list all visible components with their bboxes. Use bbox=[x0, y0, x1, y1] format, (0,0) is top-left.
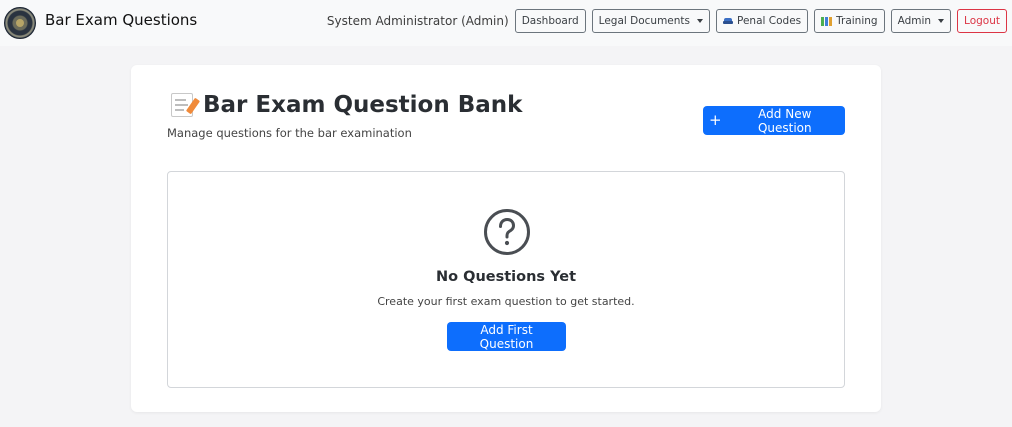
logout-button[interactable]: Logout bbox=[957, 9, 1007, 33]
dashboard-label: Dashboard bbox=[521, 15, 579, 27]
add-new-question-button[interactable]: + Add New Question bbox=[703, 106, 845, 135]
add-new-question-label: Add New Question bbox=[757, 106, 812, 135]
caret-down-icon bbox=[938, 19, 945, 23]
page-title-text: Bar Exam Question Bank bbox=[203, 92, 523, 118]
legal-documents-dropdown[interactable]: Legal Documents bbox=[591, 9, 711, 33]
memo-icon bbox=[171, 93, 201, 117]
caret-down-icon bbox=[697, 19, 704, 23]
top-navbar: Bar Exam Questions System Administrator … bbox=[0, 0, 1012, 46]
penal-codes-button[interactable]: Penal Codes bbox=[716, 9, 809, 33]
nav-menu: System Administrator (Admin) Dashboard L… bbox=[327, 9, 1007, 33]
page-subtitle: Manage questions for the bar examination bbox=[167, 126, 412, 140]
page-title: Bar Exam Question Bank bbox=[171, 92, 522, 118]
books-icon bbox=[821, 16, 833, 26]
add-first-question-button[interactable]: Add First Question bbox=[447, 322, 566, 351]
question-bank-card: Bar Exam Question Bank Manage questions … bbox=[131, 65, 881, 412]
dashboard-button[interactable]: Dashboard bbox=[514, 9, 586, 33]
question-circle-icon bbox=[484, 209, 530, 255]
admin-dropdown[interactable]: Admin bbox=[890, 9, 952, 33]
penal-codes-label: Penal Codes bbox=[737, 15, 802, 27]
user-label: System Administrator (Admin) bbox=[326, 14, 509, 28]
brand-title[interactable]: Bar Exam Questions bbox=[45, 11, 197, 29]
empty-state-text: Create your first exam question to get s… bbox=[377, 295, 635, 308]
legal-documents-label: Legal Documents bbox=[598, 15, 691, 27]
car-icon bbox=[723, 17, 734, 25]
plus-icon: + bbox=[709, 111, 722, 129]
empty-state: No Questions Yet Create your first exam … bbox=[167, 171, 845, 388]
empty-state-title: No Questions Yet bbox=[435, 269, 577, 285]
brand[interactable]: Bar Exam Questions bbox=[4, 7, 197, 39]
seal-logo-icon bbox=[4, 7, 36, 39]
logout-label: Logout bbox=[964, 15, 1000, 27]
training-button[interactable]: Training bbox=[814, 9, 885, 33]
training-label: Training bbox=[836, 15, 878, 27]
admin-label: Admin bbox=[897, 15, 932, 27]
